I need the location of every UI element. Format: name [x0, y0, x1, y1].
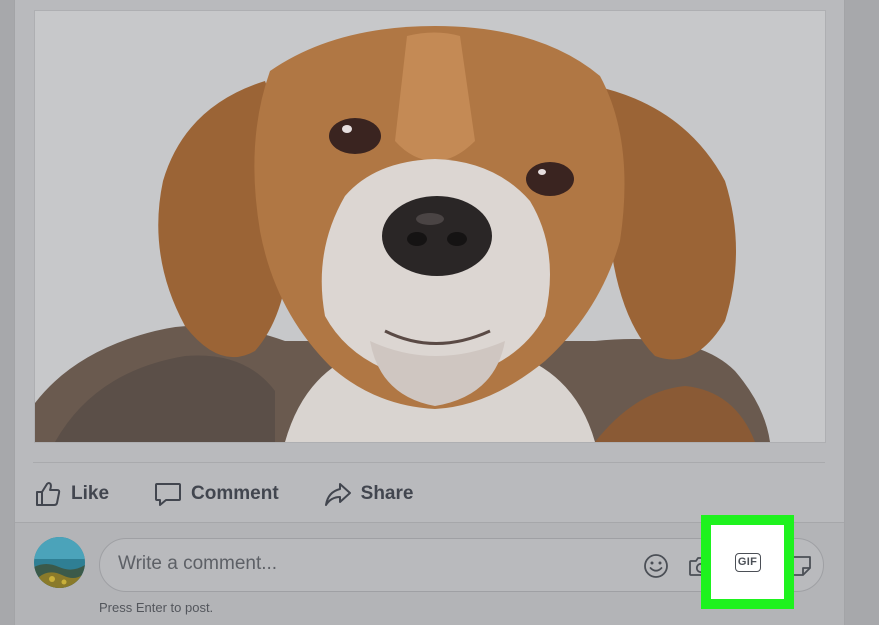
- share-button[interactable]: Share: [323, 479, 414, 509]
- emoji-button[interactable]: [642, 552, 670, 580]
- actions-divider: [33, 462, 825, 463]
- gif-icon: GIF: [734, 552, 761, 572]
- comment-input[interactable]: [118, 553, 618, 575]
- like-button[interactable]: Like: [33, 479, 109, 509]
- avatar-image: [34, 537, 85, 588]
- speech-bubble-icon: [155, 483, 182, 506]
- post-actions: Like Comment Share: [33, 474, 457, 514]
- post-hint: Press Enter to post.: [99, 600, 214, 615]
- dog-photo: [35, 11, 825, 442]
- comment-button[interactable]: Comment: [153, 479, 279, 509]
- page: Like Comment Share Write a comment... Pr…: [0, 0, 879, 625]
- comment-label: Comment: [191, 483, 279, 504]
- smiley-icon: [644, 554, 668, 578]
- gif-button[interactable]: GIF: [711, 525, 784, 599]
- post-photo[interactable]: [34, 10, 826, 443]
- user-avatar[interactable]: [34, 537, 85, 588]
- share-label: Share: [360, 483, 414, 504]
- share-arrow-icon: [324, 483, 351, 506]
- like-label: Like: [71, 483, 110, 504]
- thumbs-up-icon: [36, 482, 61, 506]
